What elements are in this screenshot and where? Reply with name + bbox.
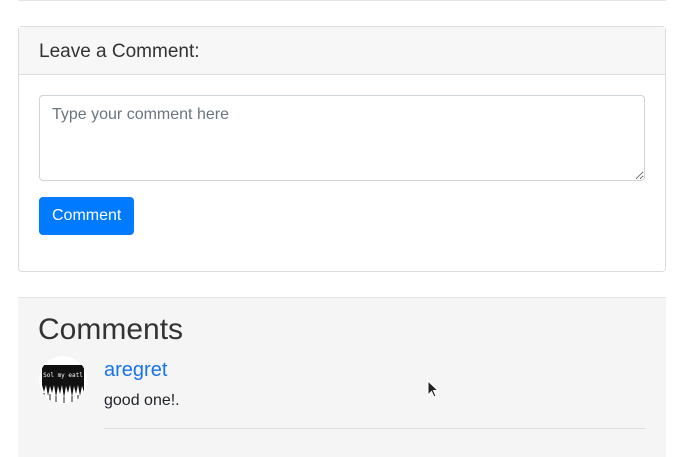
comment-text: good one!. [104, 392, 180, 409]
top-divider [18, 0, 666, 1]
svg-text:Sol my eatl: Sol my eatl [43, 372, 83, 379]
avatar: Sol my eatl [38, 356, 88, 404]
leave-comment-header: Leave a Comment: [19, 27, 665, 75]
avatar-image: Sol my eatl [39, 356, 87, 404]
comment-submit-button[interactable]: Comment [39, 197, 135, 235]
mouse-pointer-icon [427, 380, 439, 398]
leave-comment-card: Leave a Comment: Comment [18, 26, 666, 272]
leave-comment-body: Comment [19, 75, 665, 235]
comments-title: Comments [38, 313, 184, 346]
page: Leave a Comment: Comment Comments Sol my… [0, 0, 687, 457]
comment-divider [104, 428, 645, 429]
comment-textarea[interactable] [39, 95, 645, 181]
comments-section: Comments Sol my eatl aregret good one!. [18, 297, 666, 457]
comment-author-link[interactable]: aregret [104, 359, 167, 381]
